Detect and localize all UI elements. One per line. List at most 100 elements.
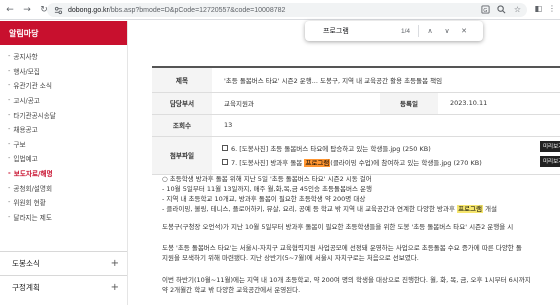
- sidebar-item[interactable]: - 타기관공시송달: [0, 107, 127, 122]
- sidebar-item-label: 행사/모집: [13, 67, 40, 76]
- find-close-button[interactable]: ✕: [458, 25, 470, 37]
- dash-icon: -: [8, 169, 11, 178]
- url-path: /bbs.asp?bmode=D&pCode=12720557&code=100…: [108, 6, 286, 14]
- find-divider: [418, 25, 420, 37]
- sidebar-item-label: 유관기관 소식: [13, 82, 52, 91]
- dash-icon: -: [8, 125, 11, 134]
- title-label: 제목: [152, 67, 212, 93]
- preview-button[interactable]: 미리보기: [540, 140, 560, 152]
- find-bar: 프로그램 1/4 ∧ ∨ ✕: [305, 21, 483, 41]
- sidebar-group-label: 구정계획: [12, 283, 40, 292]
- sidebar-item[interactable]: - 위원회 현황: [0, 195, 127, 210]
- site-info-icon[interactable]: [52, 4, 64, 16]
- translate-icon[interactable]: G: [480, 4, 491, 15]
- post-content: 제목 '초등 돌봄버스 타요' 시즌2 운행... 도봉구, 지역 내 교육공간…: [152, 21, 560, 305]
- body-line: ○ 초등학생 방과후 돌봄 위해 지난 5일 '초등 돌봄버스 타요' 시즌2 …: [162, 175, 372, 183]
- find-highlight: 프로그램: [304, 159, 331, 167]
- post-date: 2023.10.11: [438, 92, 560, 115]
- sidebar-item[interactable]: - 공지사항: [0, 49, 127, 64]
- sidebar-item-label: 공청회/설명회: [13, 184, 53, 193]
- dash-icon: -: [8, 81, 11, 90]
- address-bar[interactable]: dobong.go.kr/bbs.asp?bmode=D&pCode=12720…: [47, 3, 527, 17]
- attachment-name[interactable]: 6. [도봉사진] 초등 돌봄버스 타요에 탑승하고 있는 학생들.jpg (2…: [231, 143, 431, 153]
- file-icon: [222, 145, 228, 151]
- attachment-name[interactable]: 7. [도봉사진] 방과후 돌봄 프로그램(클라이밍 수업)에 참여하고 있는 …: [231, 157, 482, 167]
- views-label: 조회수: [152, 114, 212, 137]
- sidebar-item-active[interactable]: - 보도자료/해명: [0, 166, 127, 181]
- dash-icon: -: [8, 96, 11, 105]
- attachments-cell: 6. [도봉사진] 초등 돌봄버스 타요에 탑승하고 있는 학생들.jpg (2…: [212, 136, 560, 175]
- plus-icon: +: [110, 258, 119, 269]
- body-text-part: - 클라이밍, 볼링, 테니스, 플로어하키, 뮤살, 요리, 공예 등 학교 …: [162, 205, 458, 213]
- browser-toolbar: ← → ↻ dobong.go.kr/bbs.asp?bmode=D&pCode…: [0, 0, 560, 20]
- sidebar-item[interactable]: - 구보: [0, 137, 127, 152]
- body-text-part: 개설: [482, 205, 498, 213]
- post-dept: 교육지원과: [212, 92, 380, 115]
- sidebar-item[interactable]: - 고시/공고: [0, 93, 127, 108]
- sidebar-item-label: 입법예고: [13, 155, 38, 164]
- match-highlight: 프로그램: [457, 205, 483, 213]
- body-paragraph: 도봉구(구청장 오언석)가 지난 10월 5일부터 방과후 돌봄이 필요한 초등…: [162, 223, 514, 231]
- find-next-button[interactable]: ∨: [441, 25, 453, 37]
- sidebar-item[interactable]: - 유관기관 소식: [0, 78, 127, 93]
- sidebar-item-label: 달라지는 제도: [13, 213, 52, 222]
- sidebar-item-label: 공지사항: [13, 53, 38, 62]
- forward-button[interactable]: →: [20, 3, 34, 17]
- dash-icon: -: [8, 52, 11, 61]
- sidebar-group-plans[interactable]: 구정계획 +: [0, 275, 127, 299]
- sidebar-item-label: 채용공고: [13, 126, 38, 135]
- dash-icon: -: [8, 66, 11, 75]
- bookmark-star-icon[interactable]: ☆: [512, 4, 523, 15]
- sidebar-item-label: 위원회 현황: [13, 199, 46, 208]
- body-line: - 클라이밍, 볼링, 테니스, 플로어하키, 뮤살, 요리, 공예 등 학교 …: [162, 204, 560, 214]
- find-input[interactable]: 프로그램: [323, 26, 383, 36]
- body-paragraph: 도봉 '초등 돌봄버스 타요'는 서울시-자치구 교육협력지원 사업공모에 선정…: [162, 244, 522, 252]
- sidebar-group-dobong-news[interactable]: 도봉소식 +: [0, 251, 127, 275]
- body-paragraph: 약 2개월간 학교 밖 다양한 교육공간에서 운영된다.: [162, 286, 301, 294]
- sidebar-item-label: 타기관공시송달: [13, 111, 56, 120]
- plus-icon: +: [110, 282, 119, 293]
- post-title: '초등 돌봄버스 타요' 시즌2 운행... 도봉구, 지역 내 교육공간 활용…: [212, 67, 560, 93]
- sidebar-item-label: 고시/공고: [13, 97, 40, 106]
- sidebar-item[interactable]: - 채용공고: [0, 122, 127, 137]
- arrow-right-icon: →: [23, 4, 31, 15]
- sidebar-item-label: 구보: [13, 140, 26, 149]
- dash-icon: -: [8, 139, 11, 148]
- sidebar-item[interactable]: - 입법예고: [0, 151, 127, 166]
- menu-icon[interactable]: ⋮: [548, 4, 556, 13]
- sidebar-header[interactable]: 알림마당: [0, 21, 127, 45]
- file-icon: [222, 159, 228, 165]
- find-match-count: 1/4: [401, 27, 411, 35]
- dash-icon: -: [8, 154, 11, 163]
- body-line: - 10월 5일부터 11월 13일까지, 매주 월,화,목,금 45인승 초등…: [162, 185, 372, 193]
- sidebar-item[interactable]: - 공청회/설명회: [0, 180, 127, 195]
- arrow-left-icon: ←: [6, 4, 14, 15]
- svg-text:G: G: [483, 8, 487, 14]
- sidebar-item-label: 보도자료/해명: [13, 170, 53, 179]
- body-line: - 지역 내 초등학교 10개교, 방과후 돌봄이 필요한 초등학생 약 200…: [162, 195, 366, 203]
- body-paragraph: 이번 하반기(10월~11월)에는 지역 내 10개 초등학교, 약 200여 …: [162, 276, 531, 284]
- dept-label: 담당부서: [152, 92, 212, 115]
- extension-icon[interactable]: ◧: [534, 4, 542, 13]
- attachment-name-part: 7. [도봉사진] 방과후 돌봄: [231, 159, 305, 167]
- dash-icon: -: [8, 183, 11, 192]
- sidebar-item[interactable]: - 달라지는 제도: [0, 210, 127, 225]
- post-info-table: 제목 '초등 돌봄버스 타요' 시즌2 운행... 도봉구, 지역 내 교육공간…: [152, 66, 560, 175]
- sidebar-group-label: 도봉소식: [12, 259, 40, 268]
- preview-button[interactable]: 미리보기: [540, 155, 560, 167]
- post-views: 13: [212, 114, 560, 137]
- url-text: dobong.go.kr/bbs.asp?bmode=D&pCode=12720…: [68, 7, 285, 14]
- sidebar: 알림마당 - 공지사항 - 행사/모집 - 유관기관 소식 - 고시/공고 - 타기관공시…: [0, 21, 128, 305]
- search-icon[interactable]: [496, 4, 507, 15]
- close-icon: ✕: [461, 27, 467, 35]
- files-label: 첨부파일: [152, 136, 212, 175]
- sidebar-item[interactable]: - 행사/모집: [0, 64, 127, 79]
- url-host: dobong.go.kr: [68, 6, 109, 14]
- attachment-item[interactable]: 6. [도봉사진] 초등 돌봄버스 타요에 탑승하고 있는 학생들.jpg (2…: [222, 141, 560, 155]
- find-previous-button[interactable]: ∧: [424, 25, 436, 37]
- chevron-down-icon: ∨: [444, 27, 450, 35]
- back-button[interactable]: ←: [3, 3, 17, 17]
- chevron-up-icon: ∧: [427, 27, 433, 35]
- dash-icon: -: [8, 212, 11, 221]
- attachment-item[interactable]: 7. [도봉사진] 방과후 돌봄 프로그램(클라이밍 수업)에 참여하고 있는 …: [222, 155, 560, 169]
